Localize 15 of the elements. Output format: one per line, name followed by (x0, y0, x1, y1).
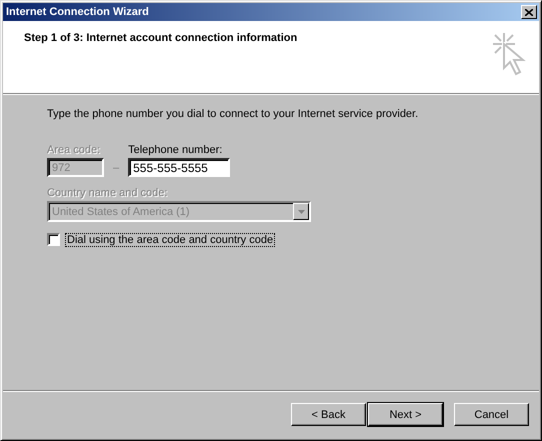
step-title: Step 1 of 3: Internet account connection information (24, 32, 298, 46)
wizard-button[interactable]: Cancel (454, 403, 529, 426)
input-field[interactable]: 555-555-5555 (128, 158, 230, 177)
instruction-text: Type the phone number you dial to connect to your Internet service provider. (47, 108, 420, 120)
field-label: Country name and code: (47, 187, 168, 199)
dash-separator: – (113, 162, 120, 176)
window-title: Internet Connection Wizard (6, 6, 149, 18)
wizard-button[interactable]: Next > (368, 403, 443, 426)
wizard-button[interactable]: < Back (291, 403, 366, 426)
checkbox-label[interactable]: Dial using the area code and country code (66, 234, 274, 246)
field-label: Area code: (47, 144, 102, 156)
close-button[interactable] (521, 5, 537, 19)
checkbox[interactable] (47, 233, 60, 246)
field-label: Telephone number: (128, 144, 224, 156)
close-icon (525, 8, 533, 16)
